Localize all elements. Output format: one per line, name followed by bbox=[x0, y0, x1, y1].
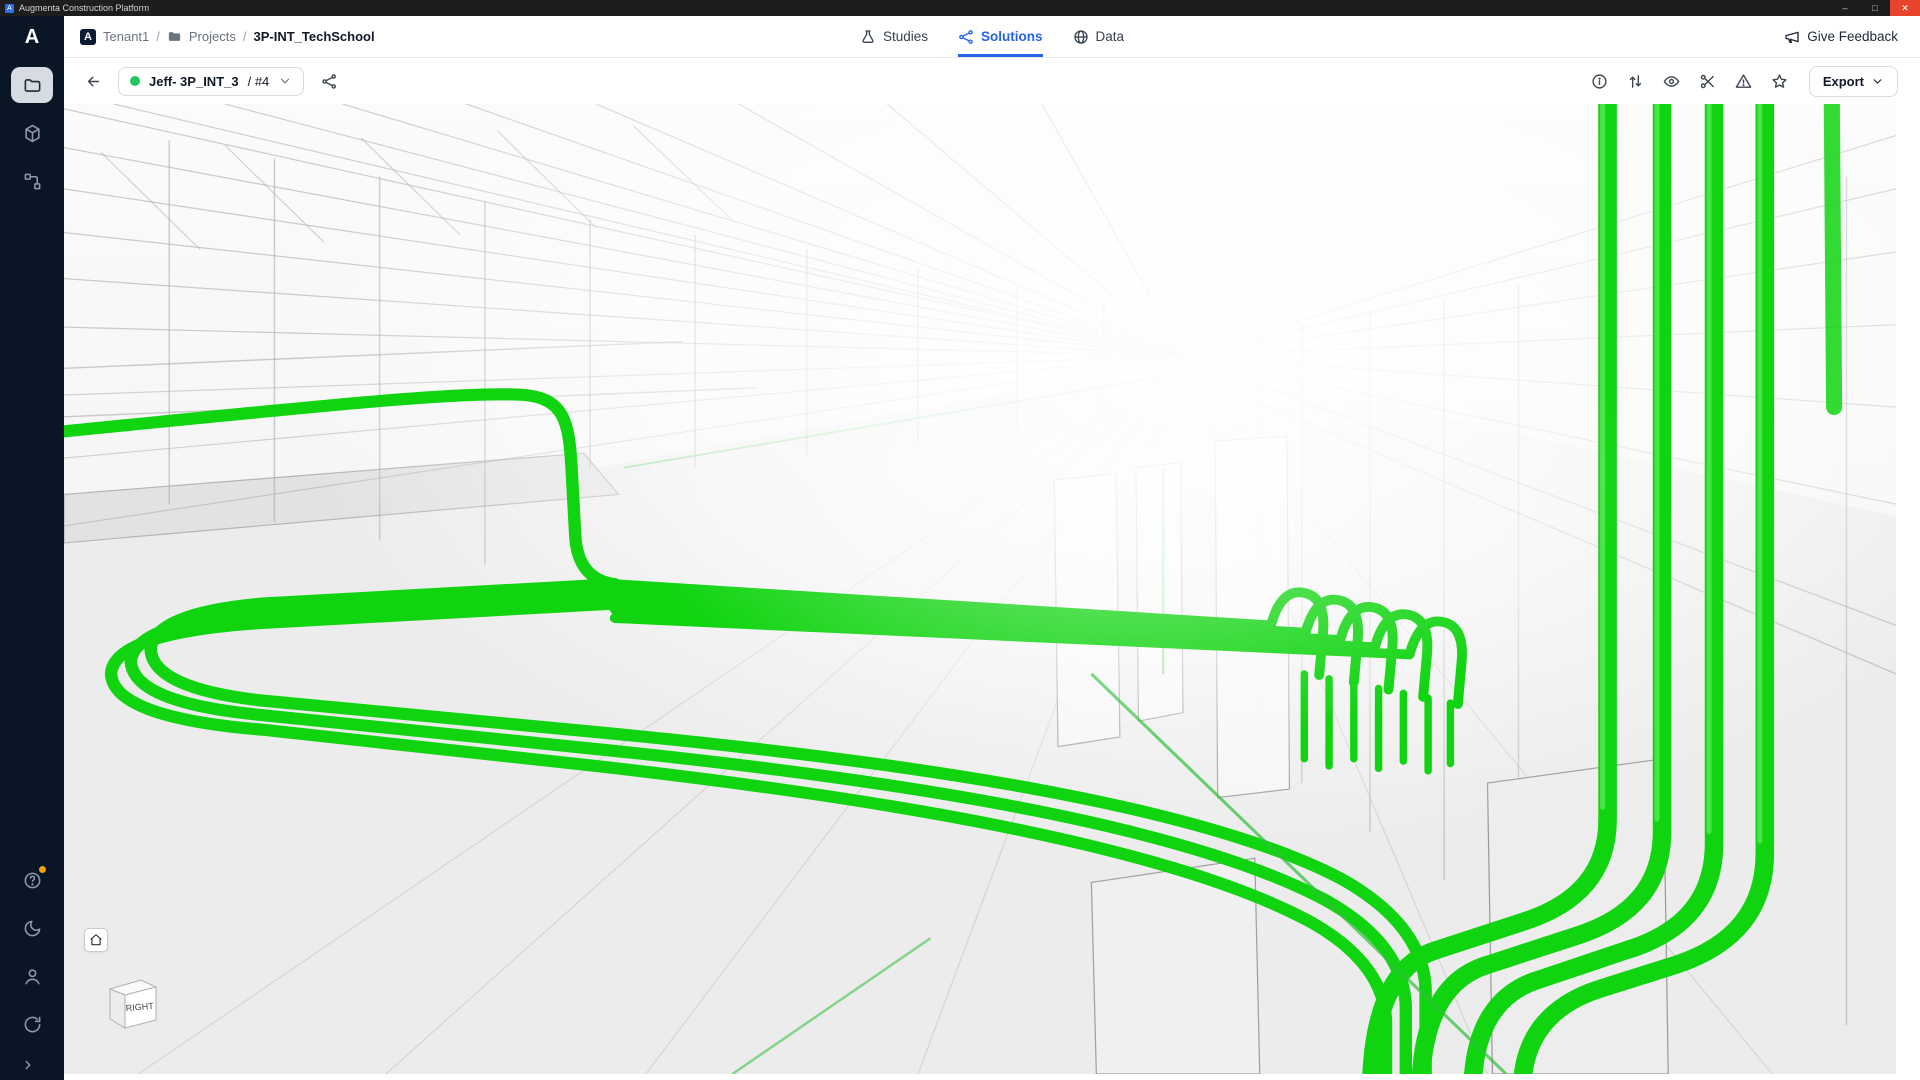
sidebar-item-workflows[interactable] bbox=[11, 163, 53, 199]
tab-studies-label: Studies bbox=[883, 29, 928, 44]
sort-button[interactable] bbox=[1621, 66, 1651, 96]
share-icon bbox=[321, 73, 338, 90]
globe-icon bbox=[1073, 29, 1089, 45]
tab-solutions-label: Solutions bbox=[981, 29, 1043, 44]
workflow-icon bbox=[23, 172, 42, 191]
view-cube[interactable]: RIGHT bbox=[100, 970, 166, 1036]
window-close-button[interactable]: ✕ bbox=[1890, 0, 1920, 16]
app-header: A Tenant1 / Projects / 3P-INT_TechSchool… bbox=[64, 16, 1920, 58]
star-icon bbox=[1771, 73, 1788, 90]
breadcrumb-projects[interactable]: Projects bbox=[189, 29, 236, 44]
tab-studies[interactable]: Studies bbox=[860, 16, 928, 57]
visibility-button[interactable] bbox=[1657, 66, 1687, 96]
notification-badge bbox=[39, 866, 46, 873]
tab-data-label: Data bbox=[1096, 29, 1125, 44]
section-cut-button[interactable] bbox=[1693, 66, 1723, 96]
home-view-button[interactable] bbox=[84, 928, 108, 952]
viewport-canvas[interactable] bbox=[64, 104, 1896, 1074]
give-feedback-button[interactable]: Give Feedback bbox=[1784, 29, 1898, 45]
eye-icon bbox=[1663, 73, 1680, 90]
sidebar-item-history[interactable] bbox=[11, 1006, 53, 1042]
sidebar-item-theme[interactable] bbox=[11, 910, 53, 946]
breadcrumb-tenant[interactable]: Tenant1 bbox=[103, 29, 149, 44]
folder-icon bbox=[23, 76, 42, 95]
package-icon bbox=[23, 124, 42, 143]
breadcrumb-project-name: 3P-INT_TechSchool bbox=[253, 29, 374, 44]
solution-version: / #4 bbox=[248, 74, 270, 89]
swap-vertical-icon bbox=[1627, 73, 1644, 90]
export-button[interactable]: Export bbox=[1809, 66, 1898, 97]
solution-name: Jeff- 3P_INT_3 bbox=[149, 74, 239, 89]
sidebar-item-account[interactable] bbox=[11, 958, 53, 994]
app-tiny-logo: A bbox=[5, 4, 14, 13]
window-maximize-button[interactable]: □ bbox=[1860, 0, 1890, 16]
sidebar-item-assemblies[interactable] bbox=[11, 115, 53, 151]
viewer-toolbar: Jeff- 3P_INT_3 / #4 bbox=[64, 58, 1920, 104]
tab-solutions[interactable]: Solutions bbox=[958, 16, 1043, 57]
os-titlebar: A Augmenta Construction Platform – □ ✕ bbox=[0, 0, 1920, 16]
sidebar-item-projects[interactable] bbox=[11, 67, 53, 103]
tenant-logo: A bbox=[80, 29, 96, 45]
sidebar-expand-button[interactable] bbox=[11, 1054, 53, 1076]
flask-icon bbox=[860, 29, 876, 45]
help-circle-icon bbox=[23, 871, 42, 890]
favorite-button[interactable] bbox=[1765, 66, 1795, 96]
warnings-button[interactable] bbox=[1729, 66, 1759, 96]
breadcrumb-separator: / bbox=[243, 29, 247, 44]
home-icon bbox=[89, 933, 103, 947]
chevron-down-icon bbox=[278, 74, 292, 88]
megaphone-icon bbox=[1784, 29, 1800, 45]
folder-icon bbox=[167, 29, 182, 44]
history-icon bbox=[23, 1015, 42, 1034]
app-title: Augmenta Construction Platform bbox=[19, 3, 149, 13]
moon-icon bbox=[23, 919, 42, 938]
sidebar-item-help[interactable] bbox=[11, 862, 53, 898]
main-tabs: Studies Solutions Data bbox=[860, 16, 1124, 57]
warning-triangle-icon bbox=[1735, 73, 1752, 90]
arrow-left-icon bbox=[85, 73, 102, 90]
user-icon bbox=[23, 967, 42, 986]
chevron-right-icon bbox=[21, 1058, 35, 1072]
scissors-icon bbox=[1699, 73, 1716, 90]
back-button[interactable] bbox=[78, 66, 108, 96]
solution-selector[interactable]: Jeff- 3P_INT_3 / #4 bbox=[118, 67, 304, 96]
info-button[interactable] bbox=[1585, 66, 1615, 96]
view-cube-side-face[interactable] bbox=[110, 989, 125, 1028]
status-dot bbox=[130, 76, 140, 86]
sidebar: A bbox=[0, 16, 64, 1080]
network-icon bbox=[958, 29, 974, 45]
share-button[interactable] bbox=[314, 66, 344, 96]
tab-data[interactable]: Data bbox=[1073, 16, 1125, 57]
give-feedback-label: Give Feedback bbox=[1807, 29, 1898, 44]
chevron-down-icon bbox=[1871, 75, 1884, 88]
viewport-3d[interactable]: RIGHT bbox=[64, 104, 1896, 1074]
breadcrumb: A Tenant1 / Projects / 3P-INT_TechSchool bbox=[80, 29, 375, 45]
brand-logo: A bbox=[25, 26, 39, 49]
export-label: Export bbox=[1823, 74, 1864, 89]
info-icon bbox=[1591, 73, 1608, 90]
center-fog bbox=[64, 104, 1896, 1074]
window-minimize-button[interactable]: – bbox=[1830, 0, 1860, 16]
breadcrumb-separator: / bbox=[156, 29, 160, 44]
